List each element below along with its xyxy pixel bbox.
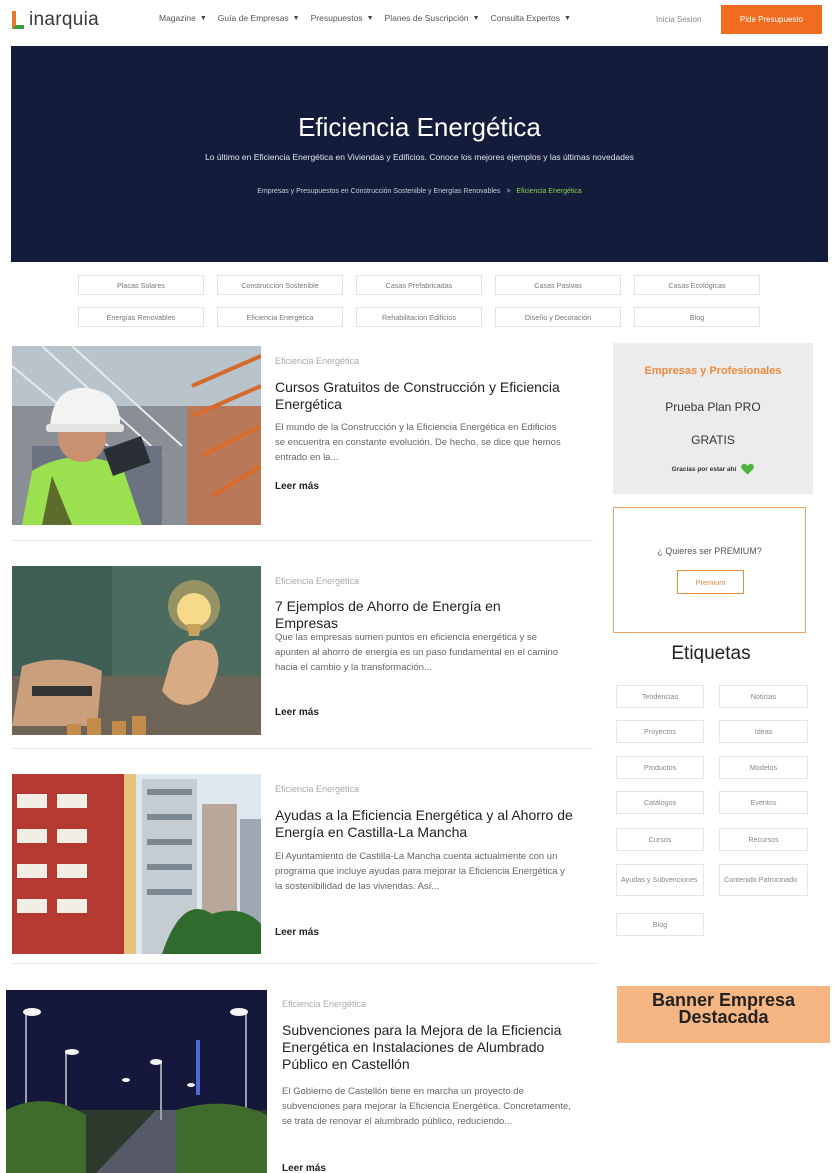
promo-title: Empresas y Profesionales [644, 365, 782, 377]
premium-question: ¿ Quieres ser PREMIUM? [657, 546, 762, 556]
category-button-casas-ecologicas[interactable]: Casas Ecológicas [634, 275, 760, 295]
nav-item-magazine[interactable]: Magazine ▼ [159, 13, 207, 23]
article-title[interactable]: Cursos Gratuitos de Construcción y Efici… [275, 379, 565, 413]
article-image-buildings[interactable] [12, 774, 261, 954]
tags-heading: Etiquetas [671, 643, 751, 664]
article-excerpt: El Gobierno de Castellón tiene en marcha… [282, 1086, 571, 1127]
category-button-rehabilitacion-edificios[interactable]: Rehabilitación Edificios [356, 307, 482, 327]
nav-item-planes-suscripcion[interactable]: Planes de Suscripción ▼ [385, 13, 480, 23]
breadcrumb-separator: > [506, 188, 511, 195]
article-title[interactable]: Subvenciones para la Mejora de la Eficie… [282, 1022, 582, 1073]
category-button-eficiencia-energetica[interactable]: Eficiencia Energética [217, 307, 343, 327]
article-category[interactable]: Eficiencia Energética [275, 356, 359, 366]
featured-company-banner[interactable]: Banner Empresa Destacada [617, 986, 830, 1043]
premium-button[interactable]: Premium [677, 570, 744, 594]
site-logo[interactable]: inarquia [12, 9, 99, 31]
premium-box: ¿ Quieres ser PREMIUM? Premium [613, 507, 806, 633]
article-divider [12, 748, 593, 749]
nav-item-guia-empresas[interactable]: Guía de Empresas ▼ [218, 13, 300, 23]
read-more-link[interactable]: Leer más [282, 1163, 326, 1173]
article-image-lightbulb[interactable] [12, 566, 261, 735]
tag-modelos[interactable]: Modelos [719, 756, 808, 779]
tag-ideas[interactable]: Ideas [719, 720, 808, 743]
promo-thanks: Gracias por estar ahí [613, 463, 813, 475]
article-category[interactable]: Eficiencia Energética [282, 999, 366, 1009]
article-category[interactable]: Eficiencia Energética [275, 784, 359, 794]
tag-noticias[interactable]: Noticias [719, 685, 808, 708]
promo-free-label: GRATIS [691, 433, 735, 447]
tag-catalogos[interactable]: Catalogos [616, 791, 704, 814]
tag-tendencias[interactable]: Tendencias [616, 685, 704, 708]
nav-label: Presupuestos [310, 13, 363, 23]
article-image-street-lights[interactable] [6, 990, 267, 1173]
nav-item-presupuestos[interactable]: Presupuestos ▼ [311, 13, 374, 23]
promo-thanks-text: Gracias por estar ahí [671, 465, 737, 473]
article-title[interactable]: Ayudas a la Eficiencia Energética y al A… [275, 807, 580, 841]
tag-ayudas-subvenciones[interactable]: Ayudas y Subvenciones [616, 864, 704, 896]
chevron-down-icon: ▼ [366, 14, 374, 22]
category-button-construccion-sostenible[interactable]: Construcción Sostenible [217, 275, 343, 295]
nav-label: Magazine [159, 13, 196, 23]
page-subtitle: Lo último en Eficiencia Energética en Vi… [205, 152, 634, 162]
breadcrumb-parent-link[interactable]: Empresas y Presupuestos en Construcción … [257, 188, 500, 195]
heart-icon [741, 463, 755, 475]
nav-item-consulta-expertos[interactable]: Consulta Expertos ▼ [491, 13, 571, 23]
request-quote-button[interactable]: Pide Presupuesto [721, 5, 822, 34]
article-excerpt: El mundo de la Construcción y la Eficien… [275, 422, 561, 463]
category-button-placas-solares[interactable]: Placas Solares [78, 275, 204, 295]
login-link[interactable]: Inicia Sesion [656, 15, 701, 24]
category-button-diseno-decoracion[interactable]: Diseño y Decoración [495, 307, 621, 327]
nav-label: Guía de Empresas [217, 13, 289, 23]
read-more-link[interactable]: Leer más [275, 927, 319, 938]
nav-label: Consulta Expertos [490, 13, 561, 23]
banner-line-2: Destacada [678, 1007, 769, 1027]
category-button-blog[interactable]: Blog [634, 307, 760, 327]
article-category[interactable]: Eficiencia Energética [275, 576, 359, 586]
tag-contenido-patrocinado[interactable]: Contenido Patrocinado [719, 864, 808, 896]
chevron-down-icon: ▼ [472, 14, 480, 22]
tag-proyectos[interactable]: Proyectos [616, 720, 704, 743]
tag-recursos[interactable]: Recursos [719, 828, 808, 851]
main-nav: Magazine ▼ Guía de Empresas ▼ Presupuestos… [159, 13, 582, 23]
chevron-down-icon: ▼ [199, 14, 207, 22]
tag-blog[interactable]: Blog [616, 913, 704, 936]
chevron-down-icon: ▼ [292, 14, 300, 22]
nav-label: Planes de Suscripción [384, 13, 469, 23]
read-more-link[interactable]: Leer más [275, 481, 319, 492]
promo-line: Prueba Plan PRO [665, 400, 761, 414]
breadcrumb: Empresas y Presupuestos en Construcción … [11, 188, 828, 195]
tag-cursos[interactable]: Cursos [616, 828, 704, 851]
top-navigation-bar: inarquia Magazine ▼ Guía de Empresas ▼ Pre… [0, 0, 835, 44]
logo-text: inarquia [29, 9, 100, 30]
article-excerpt: Que las empresas sumen puntos en eficien… [275, 632, 559, 673]
category-button-casas-pasivas[interactable]: Casas Pasivas [495, 275, 621, 295]
page-title: Eficiencia Energética [298, 112, 541, 142]
article-title[interactable]: 7 Ejemplos de Ahorro de Energía en Empre… [275, 598, 565, 632]
category-button-energias-renovables[interactable]: Energías Renovables [78, 307, 204, 327]
category-button-casas-prefabricadas[interactable]: Casas Prefabricadas [356, 275, 482, 295]
tag-eventos[interactable]: Eventos [719, 791, 808, 814]
tag-productos[interactable]: Productos [616, 756, 704, 779]
article-image-construction-worker[interactable] [12, 346, 261, 525]
logo-mark-icon [12, 11, 24, 29]
read-more-link[interactable]: Leer más [275, 707, 319, 718]
breadcrumb-current: Eficiencia Energética [516, 188, 582, 195]
hero-banner: Eficiencia Energética Lo último en Efici… [11, 46, 828, 262]
chevron-down-icon: ▼ [564, 14, 571, 22]
article-excerpt: El Ayuntamiento de Castilla-La Mancha cu… [275, 851, 565, 892]
article-divider [12, 540, 593, 541]
article-divider [12, 963, 597, 964]
pro-plan-promo[interactable]: Empresas y Profesionales Prueba Plan PRO… [613, 343, 813, 494]
